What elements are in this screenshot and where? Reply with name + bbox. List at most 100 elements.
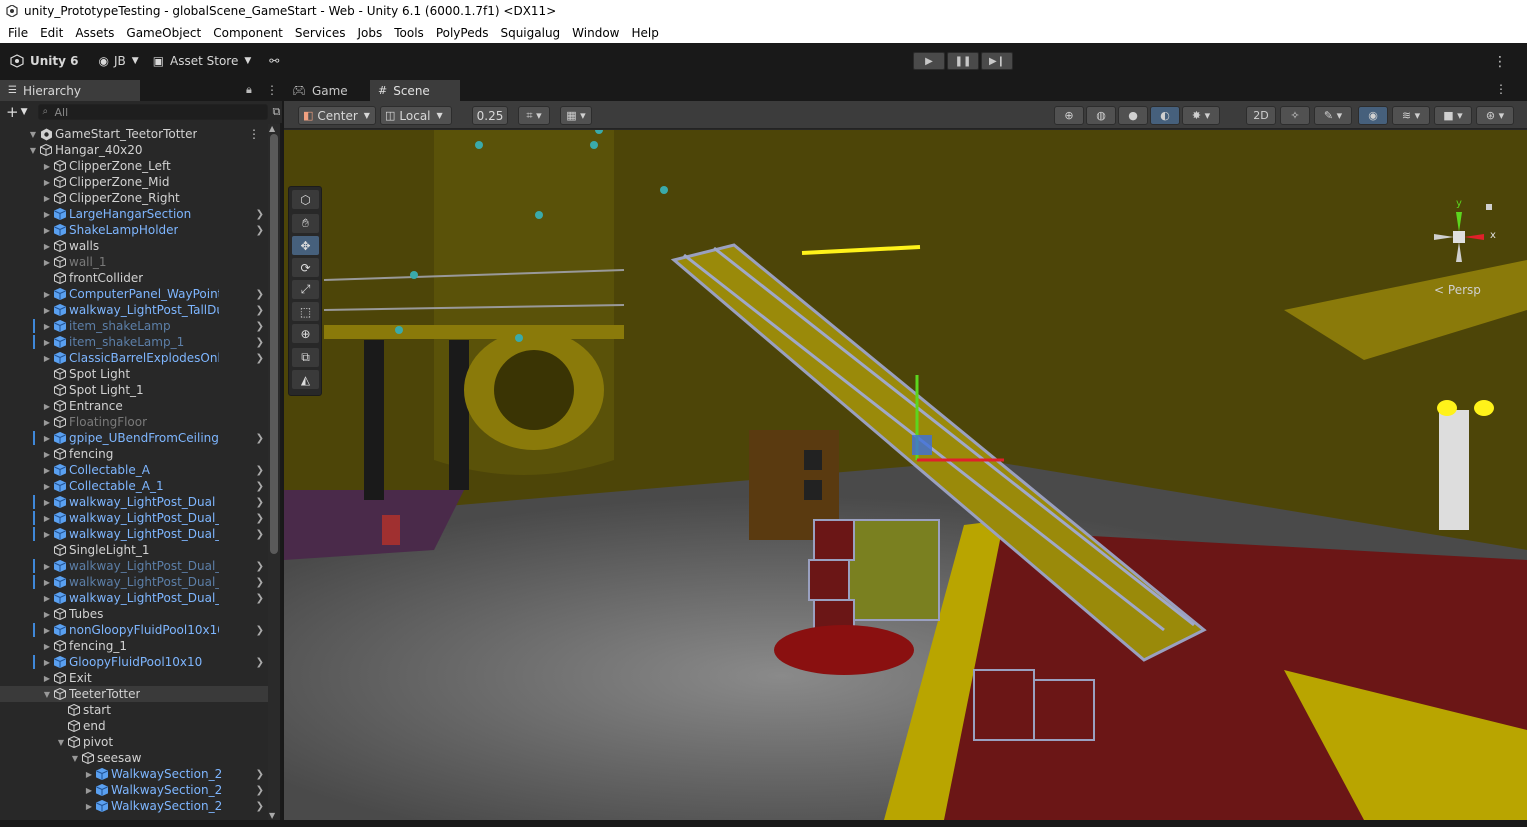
- menu-file[interactable]: File: [0, 26, 34, 40]
- tool-move[interactable]: ✥: [292, 236, 319, 255]
- menu-squigalug[interactable]: Squigalug: [494, 26, 566, 40]
- grid-snap-button[interactable]: ▦ ▾: [560, 106, 592, 125]
- scene-viewport[interactable]: ⬡ ✋︎ ✥ ⟳ ⤢ ⬚ ⊕ ⧉ ◭ y x < Persp: [284, 130, 1527, 820]
- hierarchy-row[interactable]: frontCollider: [0, 270, 268, 286]
- hierarchy-row[interactable]: ▶ walkway_LightPost_Dual_ ❯: [0, 510, 268, 526]
- expand-arrow-icon[interactable]: ▶: [42, 162, 52, 171]
- hierarchy-row[interactable]: Spot Light: [0, 366, 268, 382]
- prefab-open-chevron-icon[interactable]: ❯: [256, 353, 264, 364]
- scroll-up-icon[interactable]: ▲: [269, 124, 275, 133]
- hierarchy-row[interactable]: ▼ pivot: [0, 734, 268, 750]
- collapse-arrow-icon[interactable]: ▼: [70, 754, 80, 763]
- expand-arrow-icon[interactable]: ▶: [84, 786, 94, 795]
- pivot-rotation-dropdown[interactable]: ◫ Local ▼: [380, 106, 452, 125]
- hierarchy-row[interactable]: ▶ ClassicBarrelExplodesOnl ❯: [0, 350, 268, 366]
- hierarchy-row[interactable]: ▶ ClipperZone_Mid: [0, 174, 268, 190]
- prefab-open-chevron-icon[interactable]: ❯: [256, 321, 264, 332]
- expand-arrow-icon[interactable]: ▶: [42, 578, 52, 587]
- hierarchy-row[interactable]: Spot Light_1: [0, 382, 268, 398]
- tab-hierarchy[interactable]: ☰ Hierarchy: [0, 80, 140, 101]
- tab-game[interactable]: 🎮︎ Game: [284, 80, 368, 101]
- expand-arrow-icon[interactable]: ▶: [42, 226, 52, 235]
- expand-arrow-icon[interactable]: ▶: [42, 594, 52, 603]
- expand-arrow-icon[interactable]: ▶: [42, 258, 52, 267]
- hierarchy-row[interactable]: ▶ GloopyFluidPool10x10 ❯: [0, 654, 268, 670]
- gizmos-dropdown[interactable]: ⊛ ▾: [1476, 106, 1514, 125]
- expand-icon[interactable]: ⧉: [273, 105, 281, 119]
- layers-dropdown[interactable]: ≋ ▾: [1392, 106, 1430, 125]
- expand-arrow-icon[interactable]: ▶: [42, 562, 52, 571]
- prefab-open-chevron-icon[interactable]: ❯: [256, 481, 264, 492]
- prefab-open-chevron-icon[interactable]: ❯: [256, 305, 264, 316]
- prefab-open-chevron-icon[interactable]: ❯: [256, 289, 264, 300]
- expand-arrow-icon[interactable]: ▶: [42, 658, 52, 667]
- hierarchy-row[interactable]: ▶ Collectable_A_1 ❯: [0, 478, 268, 494]
- tool-probuilder[interactable]: ◭: [292, 370, 319, 389]
- tool-rotate[interactable]: ⟳: [292, 258, 319, 277]
- prefab-open-chevron-icon[interactable]: ❯: [256, 561, 264, 572]
- unity-button[interactable]: Unity 6: [10, 54, 79, 68]
- hierarchy-row[interactable]: ▶ ClipperZone_Left: [0, 158, 268, 174]
- hierarchy-row[interactable]: ▶ FloatingFloor: [0, 414, 268, 430]
- expand-arrow-icon[interactable]: ▶: [42, 514, 52, 523]
- menu-tools[interactable]: Tools: [388, 26, 430, 40]
- menu-jobs[interactable]: Jobs: [352, 26, 389, 40]
- hierarchy-row[interactable]: ▶ walkway_LightPost_Dual_ ❯: [0, 574, 268, 590]
- lock-icon[interactable]: 🔒︎: [246, 83, 252, 97]
- menu-window[interactable]: Window: [566, 26, 625, 40]
- prefab-open-chevron-icon[interactable]: ❯: [256, 433, 264, 444]
- menu-assets[interactable]: Assets: [69, 26, 120, 40]
- asset-store-dropdown[interactable]: ▣ Asset Store ▼: [153, 54, 252, 68]
- draw-mode-wireframe[interactable]: ◍: [1086, 106, 1116, 125]
- prefab-open-chevron-icon[interactable]: ❯: [256, 529, 264, 540]
- snap-increment-field[interactable]: 0.25: [472, 106, 508, 125]
- scene-visibility-button[interactable]: ◉: [1358, 106, 1388, 125]
- hierarchy-row[interactable]: start: [0, 702, 268, 718]
- expand-arrow-icon[interactable]: ▶: [42, 418, 52, 427]
- expand-arrow-icon[interactable]: ▶: [42, 482, 52, 491]
- prefab-open-chevron-icon[interactable]: ❯: [256, 801, 264, 812]
- expand-arrow-icon[interactable]: ▶: [42, 530, 52, 539]
- pause-button[interactable]: ❚❚: [947, 52, 979, 70]
- expand-arrow-icon[interactable]: ▶: [42, 450, 52, 459]
- expand-arrow-icon[interactable]: ▶: [84, 802, 94, 811]
- expand-arrow-icon[interactable]: ▶: [42, 402, 52, 411]
- tool-custom[interactable]: ⧉: [292, 348, 319, 367]
- expand-arrow-icon[interactable]: ▼: [28, 130, 38, 139]
- prefab-open-chevron-icon[interactable]: ❯: [256, 769, 264, 780]
- hierarchy-search-input[interactable]: ⌕ All: [37, 104, 268, 120]
- prefab-open-chevron-icon[interactable]: ❯: [256, 465, 264, 476]
- hierarchy-row[interactable]: ▶ walkway_LightPost_Dual_ ❯: [0, 526, 268, 542]
- hierarchy-row[interactable]: ▶ Exit: [0, 670, 268, 686]
- orientation-gizmo-button[interactable]: ⊕: [1054, 106, 1084, 125]
- collapse-arrow-icon[interactable]: ▼: [28, 146, 38, 155]
- prefab-open-chevron-icon[interactable]: ❯: [256, 513, 264, 524]
- hierarchy-row[interactable]: end: [0, 718, 268, 734]
- expand-arrow-icon[interactable]: ▶: [42, 210, 52, 219]
- tool-hand[interactable]: ✋︎: [292, 214, 319, 233]
- hierarchy-row[interactable]: ▶ walkway_LightPost_Dual ❯: [0, 494, 268, 510]
- menu-help[interactable]: Help: [626, 26, 665, 40]
- expand-arrow-icon[interactable]: ▶: [42, 642, 52, 651]
- expand-arrow-icon[interactable]: ▶: [84, 770, 94, 779]
- prefab-open-chevron-icon[interactable]: ❯: [256, 497, 264, 508]
- hierarchy-row[interactable]: ▶ WalkwaySection_2 ❯: [0, 766, 268, 782]
- draw-mode-shaded-wireframe[interactable]: ◐: [1150, 106, 1180, 125]
- debug-draw-mode-dropdown[interactable]: ✸ ▾: [1182, 106, 1220, 125]
- scrollbar-thumb[interactable]: [270, 134, 278, 554]
- expand-arrow-icon[interactable]: ▶: [42, 194, 52, 203]
- prefab-open-chevron-icon[interactable]: ❯: [256, 593, 264, 604]
- tool-scale[interactable]: ⤢: [292, 280, 319, 299]
- expand-arrow-icon[interactable]: ▶: [42, 354, 52, 363]
- hierarchy-scrollbar[interactable]: ▲ ▼: [268, 124, 280, 820]
- hierarchy-row[interactable]: ▶ walkway_LightPost_Dual_ ❯: [0, 590, 268, 606]
- add-object-button[interactable]: +: [6, 103, 19, 121]
- prefab-open-chevron-icon[interactable]: ❯: [256, 337, 264, 348]
- expand-arrow-icon[interactable]: ▶: [42, 434, 52, 443]
- menu-gameobject[interactable]: GameObject: [120, 26, 207, 40]
- snap-settings-button[interactable]: ⌗ ▾: [518, 106, 550, 125]
- chevron-down-icon[interactable]: ▼: [21, 107, 28, 117]
- play-button[interactable]: ▶: [913, 52, 945, 70]
- menu-polypeds[interactable]: PolyPeds: [430, 26, 495, 40]
- tool-transform[interactable]: ⊕: [292, 324, 319, 343]
